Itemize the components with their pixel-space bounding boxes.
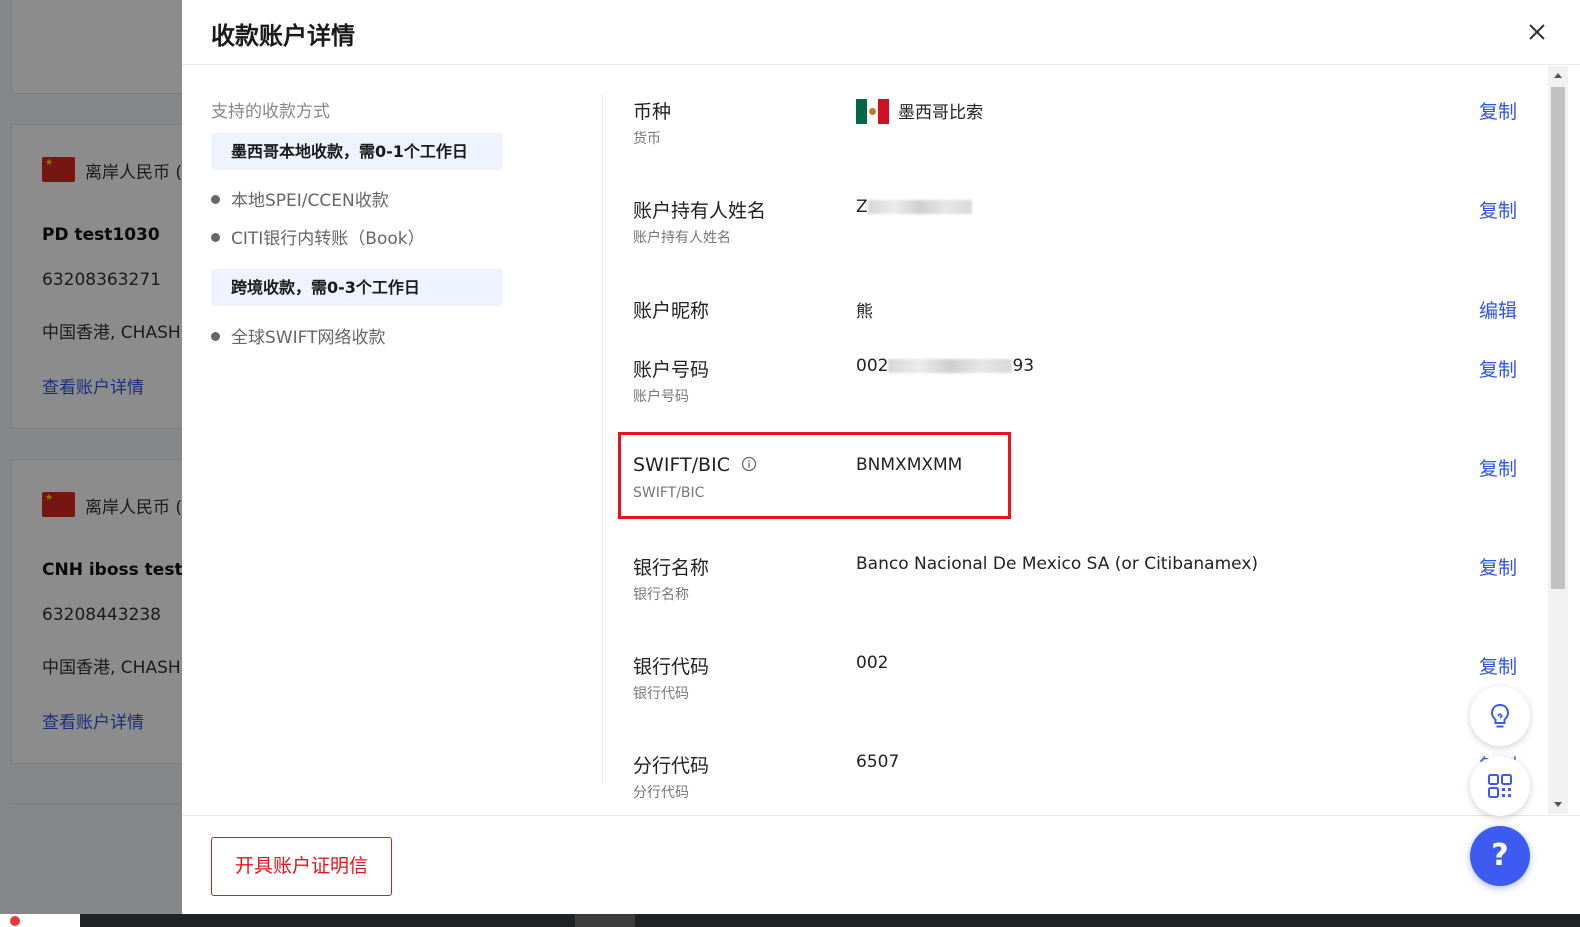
copy-button[interactable]: 复制 bbox=[1479, 553, 1517, 580]
detail-row-bank-name: 银行名称 银行名称 Banco Nacional De Mexico SA (o… bbox=[182, 553, 1548, 643]
detail-row-currency: 币种 货币 墨西哥比索 复制 bbox=[182, 97, 1548, 187]
highlight-annotation bbox=[618, 432, 1011, 519]
row-value: 熊 bbox=[856, 302, 873, 322]
row-label: 账户昵称 bbox=[633, 300, 710, 322]
row-sublabel: 分行代码 bbox=[633, 785, 689, 801]
row-label: 账户号码 bbox=[633, 359, 710, 381]
row-sublabel: 银行代码 bbox=[633, 686, 689, 702]
row-value: 002 bbox=[856, 653, 889, 673]
account-details-drawer: 收款账户详情 支持的收款方式 墨西哥本地收款，需0-1个工作日 本地SPEI/C… bbox=[182, 0, 1580, 914]
scroll-down-icon[interactable] bbox=[1548, 794, 1568, 814]
detail-row-branch-code: 分行代码 分行代码 6507 复制 bbox=[182, 751, 1548, 814]
row-sublabel: 账户号码 bbox=[633, 389, 689, 405]
copy-button[interactable]: 复制 bbox=[1479, 454, 1517, 481]
row-label: 分行代码 bbox=[633, 755, 710, 777]
row-value: 002 93 bbox=[856, 356, 1035, 376]
row-sublabel: 银行名称 bbox=[633, 587, 689, 603]
close-button[interactable] bbox=[1525, 20, 1549, 44]
copy-button[interactable]: 复制 bbox=[1479, 196, 1517, 223]
scroll-up-icon[interactable] bbox=[1548, 66, 1568, 86]
redacted-text bbox=[867, 200, 972, 214]
qr-code-button[interactable] bbox=[1470, 756, 1530, 816]
taskbar-app-icon[interactable] bbox=[10, 916, 20, 926]
detail-row-holder-name: 账户持有人姓名 账户持有人姓名 Z 复制 bbox=[182, 196, 1548, 286]
drawer-header: 收款账户详情 bbox=[182, 0, 1580, 65]
row-sublabel: 货币 bbox=[633, 131, 661, 147]
row-label: 银行名称 bbox=[633, 557, 710, 579]
scroll-thumb[interactable] bbox=[1551, 87, 1565, 589]
copy-button[interactable]: 复制 bbox=[1479, 355, 1517, 382]
row-value: Z bbox=[856, 197, 972, 217]
tips-button[interactable] bbox=[1470, 686, 1530, 746]
row-label: 银行代码 bbox=[633, 656, 710, 678]
drawer-title: 收款账户详情 bbox=[211, 22, 355, 50]
copy-button[interactable]: 复制 bbox=[1479, 652, 1517, 679]
row-label: 账户持有人姓名 bbox=[633, 200, 767, 222]
row-value: 墨西哥比索 bbox=[856, 98, 983, 126]
copy-button[interactable]: 复制 bbox=[1479, 97, 1517, 124]
close-icon bbox=[1529, 24, 1545, 40]
lightbulb-icon bbox=[1490, 703, 1510, 728]
row-sublabel: 账户持有人姓名 bbox=[633, 230, 731, 246]
issue-certificate-button[interactable]: 开具账户证明信 bbox=[211, 837, 392, 896]
redacted-text bbox=[888, 359, 1013, 373]
scrollbar[interactable] bbox=[1548, 66, 1568, 814]
edit-button[interactable]: 编辑 bbox=[1479, 296, 1517, 323]
taskbar bbox=[0, 914, 1580, 927]
row-value: 6507 bbox=[856, 752, 900, 772]
detail-row-bank-code: 银行代码 银行代码 002 复制 bbox=[182, 652, 1548, 742]
drawer-footer: 开具账户证明信 bbox=[182, 815, 1580, 914]
qr-code-icon bbox=[1488, 774, 1512, 798]
help-button[interactable]: ? bbox=[1470, 826, 1530, 886]
row-label: 币种 bbox=[633, 101, 672, 123]
mexico-flag-icon bbox=[856, 98, 889, 124]
row-value: Banco Nacional De Mexico SA (or Citibana… bbox=[856, 554, 1259, 574]
